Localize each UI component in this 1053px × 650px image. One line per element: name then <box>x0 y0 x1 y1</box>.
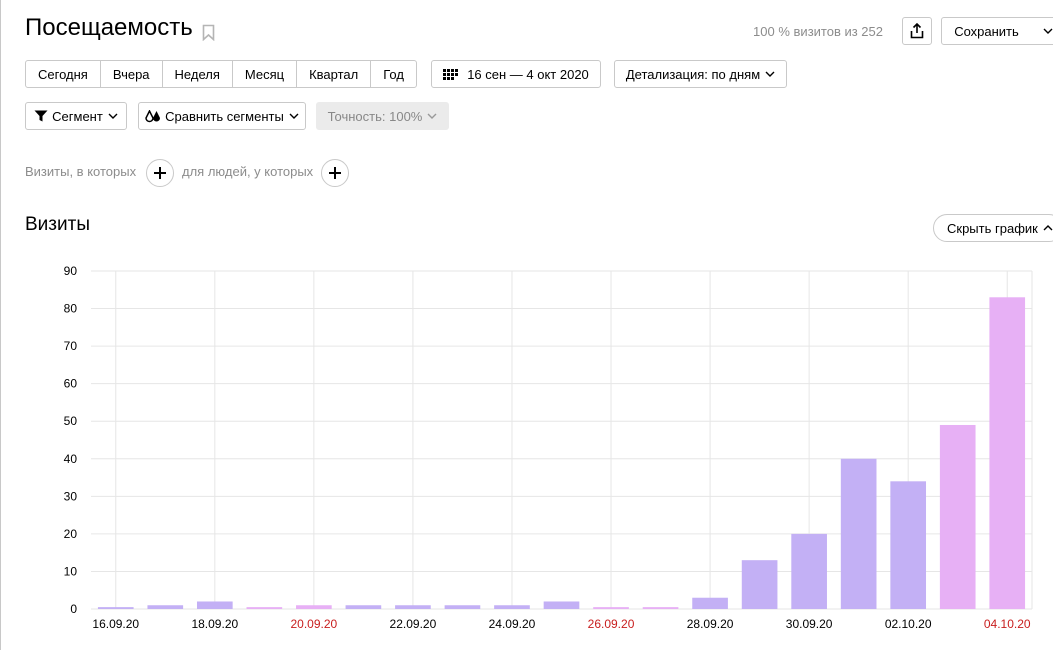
share-button[interactable] <box>902 17 932 45</box>
compare-label: Сравнить сегменты <box>165 108 284 124</box>
x-tick-label: 18.09.20 <box>191 617 238 631</box>
hide-chart-label: Скрыть график <box>947 220 1038 236</box>
filter-icon <box>34 110 48 122</box>
bar-04.10.20[interactable] <box>989 297 1026 609</box>
plus-icon <box>329 167 341 179</box>
bar-16.09.20[interactable] <box>97 607 134 609</box>
bar-23.09.20[interactable] <box>444 605 481 609</box>
x-tick-label: 16.09.20 <box>92 617 139 631</box>
chevron-down-icon <box>427 113 437 119</box>
bar-20.09.20[interactable] <box>296 605 332 609</box>
chart-section-title: Визиты <box>25 214 90 235</box>
y-tick-label: 60 <box>64 377 78 391</box>
x-tick-label: 24.09.20 <box>489 617 536 631</box>
compare-icon <box>145 109 161 122</box>
bar-27.09.20[interactable] <box>642 607 679 609</box>
save-button[interactable]: Сохранить <box>941 17 1032 45</box>
y-tick-label: 90 <box>64 264 78 278</box>
y-tick-label: 50 <box>64 414 78 428</box>
visits-filter-label: Визиты, в которых <box>25 164 137 179</box>
period-quarter[interactable]: Квартал <box>296 60 372 88</box>
chevron-up-icon <box>1043 225 1053 231</box>
visits-bar-chart: 0 10 20 30 40 50 60 70 80 90 16.09.20 18.09.20 20.0… <box>64 264 1033 631</box>
calendar-icon <box>443 68 459 80</box>
chevron-down-icon <box>1043 28 1053 34</box>
bar-18.09.20[interactable] <box>196 601 233 609</box>
chart-bars <box>97 297 1026 609</box>
segment-dropdown[interactable]: Сегмент <box>25 102 127 130</box>
bar-30.09.20[interactable] <box>791 533 827 609</box>
bar-26.09.20[interactable] <box>593 607 629 609</box>
period-selector: Сегодня Вчера Неделя Месяц Квартал Год <box>25 60 417 88</box>
period-year[interactable]: Год <box>370 60 417 88</box>
people-filter-label: для людей, у которых <box>182 164 314 179</box>
period-today[interactable]: Сегодня <box>25 60 101 88</box>
sampling-info: 100 % визитов из 252 <box>753 24 883 39</box>
add-people-filter-button[interactable] <box>321 159 349 187</box>
plus-icon <box>154 167 166 179</box>
x-tick-label: 02.10.20 <box>885 617 932 631</box>
y-tick-label: 30 <box>64 489 78 503</box>
bar-02.10.20[interactable] <box>890 481 927 609</box>
period-week[interactable]: Неделя <box>161 60 233 88</box>
x-tick-label: 22.09.20 <box>390 617 437 631</box>
y-tick-label: 20 <box>64 527 78 541</box>
y-tick-label: 80 <box>64 302 78 316</box>
x-tick-label: 20.09.20 <box>291 617 338 631</box>
period-yesterday[interactable]: Вчера <box>99 60 163 88</box>
bar-21.09.20[interactable] <box>345 605 382 609</box>
y-tick-label: 40 <box>64 452 78 466</box>
compare-segments-dropdown[interactable]: Сравнить сегменты <box>138 102 306 130</box>
accuracy-dropdown[interactable]: Точность: 100% <box>316 102 449 130</box>
detail-dropdown[interactable]: Детализация: по дням <box>614 60 787 88</box>
y-axis-ticks: 0 10 20 30 40 50 60 70 80 90 <box>64 264 78 616</box>
x-axis-ticks: 16.09.20 18.09.20 20.09.20 22.09.20 24.09.20… <box>92 617 1031 631</box>
chevron-down-icon <box>289 113 299 119</box>
bookmark-icon[interactable] <box>202 24 215 41</box>
bar-25.09.20[interactable] <box>543 601 580 609</box>
bar-24.09.20[interactable] <box>494 605 530 609</box>
bar-28.09.20[interactable] <box>692 597 728 609</box>
chevron-down-icon <box>108 113 118 119</box>
share-icon <box>910 23 924 39</box>
x-tick-label: 04.10.20 <box>984 617 1031 631</box>
x-tick-label: 26.09.20 <box>588 617 635 631</box>
bar-01.10.20[interactable] <box>840 458 877 609</box>
date-range-label: 16 сен — 4 окт 2020 <box>467 66 589 82</box>
page-title: Посещаемость <box>25 14 193 41</box>
save-options-button[interactable] <box>1031 17 1053 45</box>
accuracy-label: Точность: 100% <box>327 108 423 124</box>
y-tick-label: 70 <box>64 339 78 353</box>
x-tick-label: 30.09.20 <box>786 617 833 631</box>
bar-17.09.20[interactable] <box>147 605 184 609</box>
hide-chart-button[interactable]: Скрыть график <box>933 214 1053 242</box>
bar-03.10.20[interactable] <box>939 424 976 609</box>
x-tick-label: 28.09.20 <box>687 617 734 631</box>
date-range-button[interactable]: 16 сен — 4 окт 2020 <box>431 60 601 88</box>
chevron-down-icon <box>765 71 775 77</box>
y-tick-label: 10 <box>64 564 78 578</box>
y-tick-label: 0 <box>70 602 77 616</box>
bar-19.09.20[interactable] <box>246 607 283 609</box>
add-visit-filter-button[interactable] <box>146 159 174 187</box>
bar-22.09.20[interactable] <box>395 605 431 609</box>
segment-label: Сегмент <box>52 108 103 124</box>
bar-29.09.20[interactable] <box>741 560 778 609</box>
detail-label: Детализация: по дням <box>625 66 761 82</box>
period-month[interactable]: Месяц <box>231 60 298 88</box>
